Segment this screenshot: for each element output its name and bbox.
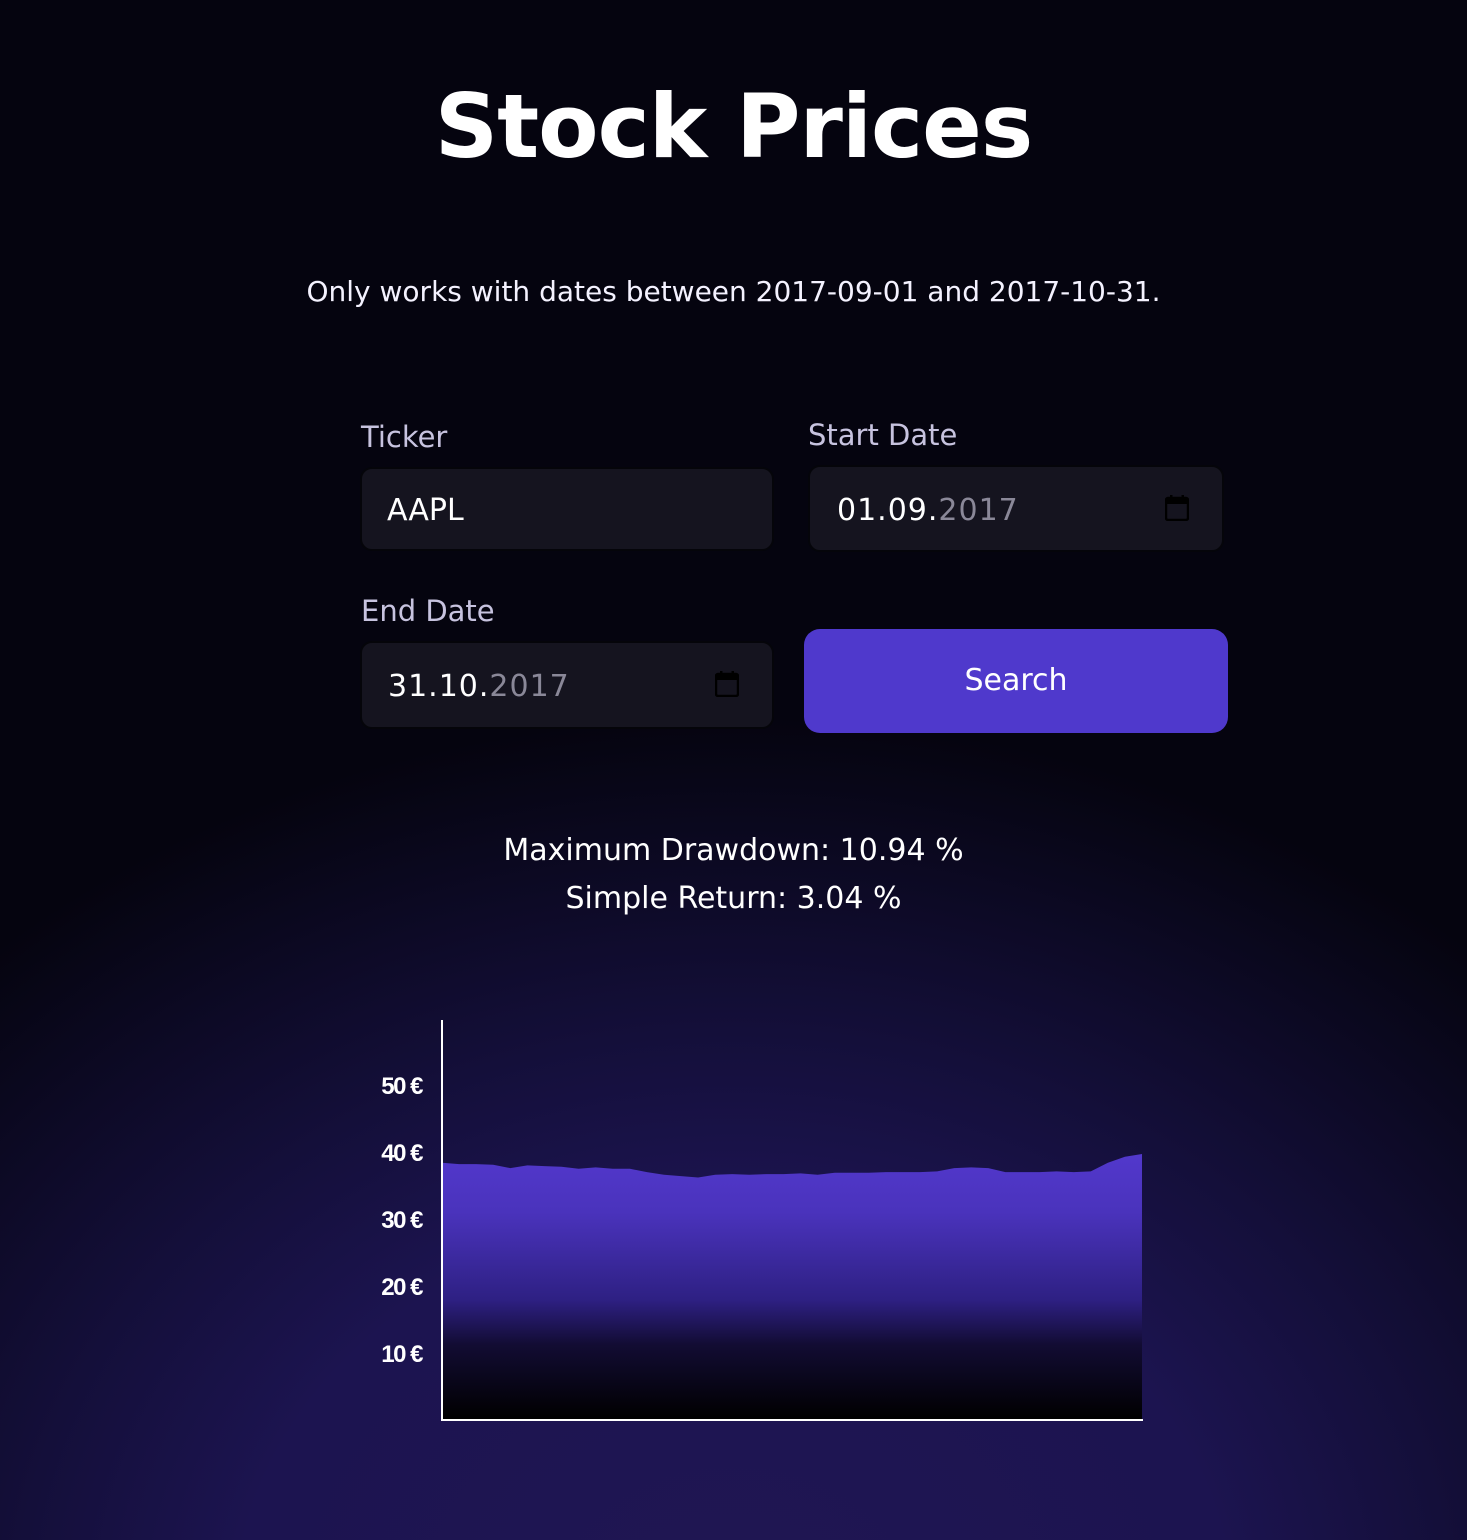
max-drawdown-text: Maximum Drawdown: 10.94 %	[503, 833, 964, 868]
end-date-day-month: 31.10.	[388, 669, 490, 704]
ticker-label: Ticker	[361, 420, 448, 454]
start-date-year: 2017	[938, 493, 1019, 528]
price-area	[442, 1154, 1142, 1419]
y-tick-label: 40 €	[381, 1140, 423, 1167]
end-date-value: 31.10.2017	[388, 667, 570, 707]
ticker-input[interactable]: AAPL	[360, 467, 774, 551]
calendar-icon[interactable]	[1165, 495, 1189, 521]
y-tick-label: 20 €	[381, 1274, 423, 1301]
start-date-day-month: 01.09.	[837, 493, 939, 528]
end-date-year: 2017	[489, 669, 570, 704]
calendar-icon[interactable]	[715, 671, 739, 697]
start-date-value: 01.09.2017	[837, 491, 1019, 531]
date-range-notice: Only works with dates between 2017-09-01…	[306, 275, 1161, 308]
start-date-input[interactable]: 01.09.2017	[808, 465, 1224, 552]
y-tick-label: 30 €	[381, 1207, 423, 1234]
y-tick-label: 10 €	[381, 1341, 423, 1368]
price-chart: 10 € 20 € 30 € 40 € 50 €	[381, 1020, 1143, 1421]
start-date-label: Start Date	[808, 418, 958, 452]
simple-return-text: Simple Return: 3.04 %	[565, 881, 902, 916]
search-button[interactable]: Search	[804, 629, 1228, 733]
ticker-value: AAPL	[387, 493, 464, 528]
end-date-input[interactable]: 31.10.2017	[360, 641, 774, 729]
y-tick-label: 50 €	[381, 1073, 423, 1100]
end-date-label: End Date	[361, 594, 495, 628]
page-title: Stock Prices	[434, 75, 1034, 178]
